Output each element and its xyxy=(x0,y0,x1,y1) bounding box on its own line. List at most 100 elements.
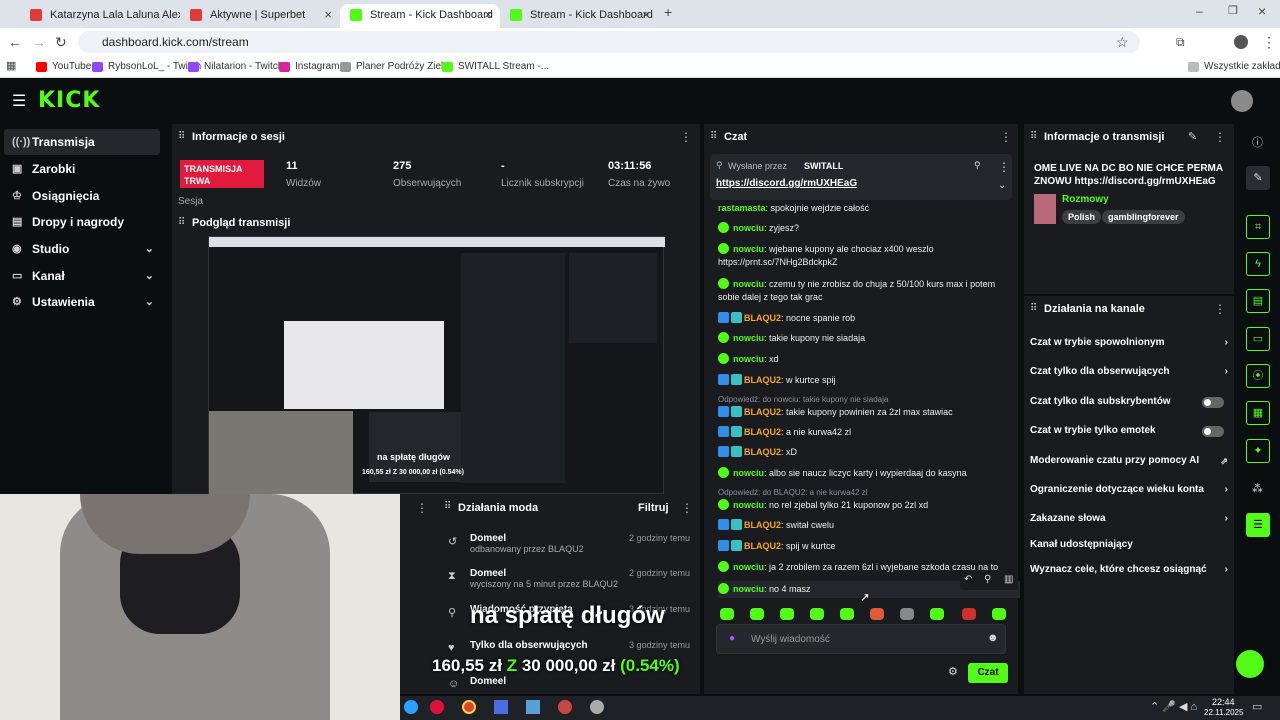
chat-username[interactable]: BLAQU2 xyxy=(744,447,781,457)
channel-action-banned-words[interactable]: Zakazane słowa › xyxy=(1030,512,1230,526)
chat-username[interactable]: nowciu xyxy=(733,244,764,254)
chat-username[interactable]: BLAQU2 xyxy=(744,375,781,385)
chat-username[interactable]: nowciu xyxy=(733,223,764,233)
more-options-icon[interactable]: ⋮ xyxy=(680,130,692,144)
sidebar-item-kanal[interactable]: ▭ Kanał ⌄ xyxy=(4,263,160,289)
emote-icon[interactable] xyxy=(750,608,764,620)
stream-preview-video[interactable]: na spłatę długów 160,55 zł Z 30 000,00 z… xyxy=(208,236,665,495)
chat-popout-button[interactable]: ▭ xyxy=(1246,327,1270,351)
reply-icon[interactable]: ↶ xyxy=(964,573,972,586)
obs-icon[interactable] xyxy=(558,700,572,714)
bookmark-twitch-2[interactable]: Nilatarion - Twitch xyxy=(188,59,283,75)
bookmark-youtube[interactable]: YouTube xyxy=(36,59,91,75)
chat-username[interactable]: BLAQU2 xyxy=(744,313,781,323)
tag-chip[interactable]: gamblingforever xyxy=(1102,210,1185,224)
system-tray-icons[interactable]: ⌃ 🎤 ◀ ⌂ xyxy=(1150,700,1197,713)
tools-button[interactable]: ✦ xyxy=(1246,439,1270,463)
tag-chip[interactable]: Polish xyxy=(1062,210,1102,224)
hamburger-menu-icon[interactable]: ☰ xyxy=(12,91,26,111)
chat-username[interactable]: nowciu xyxy=(733,584,764,594)
subs-only-toggle[interactable] xyxy=(1202,397,1224,408)
emote-only-toggle[interactable] xyxy=(1202,426,1224,437)
more-options-icon[interactable]: ⋮ xyxy=(1000,130,1012,144)
notifications-icon[interactable]: ▭ xyxy=(1252,700,1262,713)
emote-icon[interactable] xyxy=(992,608,1006,620)
send-chat-button[interactable]: Czat xyxy=(968,663,1008,683)
channel-action-slow-mode[interactable]: Czat w trybie spowolnionym › xyxy=(1030,336,1230,350)
chat-username[interactable]: nowciu xyxy=(733,562,764,572)
chat-input[interactable]: ● Wyślij wiadomość ☻ xyxy=(716,624,1006,654)
close-tab-icon[interactable]: × xyxy=(324,4,332,26)
chat-username[interactable]: nowciu xyxy=(733,279,764,289)
sidebar-item-studio[interactable]: ◉ Studio ⌄ xyxy=(4,236,160,262)
bookmark-planer[interactable]: Planer Podróży Ziel... xyxy=(340,59,452,75)
checklist-button[interactable]: ☰ xyxy=(1246,513,1270,537)
chat-username[interactable]: nowciu xyxy=(733,500,764,510)
emote-icon[interactable] xyxy=(870,608,884,620)
emote-icon[interactable] xyxy=(962,608,976,620)
taskbar-app-icon[interactable] xyxy=(404,700,418,714)
channel-action-ai-moderation[interactable]: Moderowanie czatu przy pomocy AI ⇗ xyxy=(1030,454,1230,468)
opera-icon[interactable] xyxy=(430,700,444,714)
chat-username[interactable]: nowciu xyxy=(733,354,764,364)
trash-icon[interactable]: ▥ xyxy=(1004,573,1013,586)
chat-username[interactable]: nowciu xyxy=(733,468,764,478)
pinned-message[interactable]: ⚲ Wysłane przez SWITALL https://discord.… xyxy=(710,154,1012,200)
pinned-user[interactable]: SWITALL xyxy=(804,161,843,171)
chat-username[interactable]: BLAQU2 xyxy=(744,407,781,417)
taskbar-app-icon[interactable] xyxy=(494,700,508,714)
more-options-icon[interactable]: ⋮ xyxy=(681,501,693,515)
sidebar-item-transmisja[interactable]: ((·)) Transmisja xyxy=(4,129,160,155)
category-thumbnail[interactable] xyxy=(1034,194,1056,224)
minimize-icon[interactable]: – xyxy=(1196,0,1203,25)
chat-username[interactable]: BLAQU2 xyxy=(744,427,781,437)
broadcast-button[interactable]: ⦿ xyxy=(1246,364,1270,388)
sidebar-item-ustawienia[interactable]: ⚙ Ustawienia ⌄ xyxy=(4,289,160,315)
chat-username[interactable]: BLAQU2 xyxy=(744,541,781,551)
extensions-icon[interactable]: ⧉ xyxy=(1176,28,1185,56)
more-options-icon[interactable]: ⋮ xyxy=(1214,302,1226,316)
emote-icon[interactable] xyxy=(810,608,824,620)
category-link[interactable]: Rozmowy xyxy=(1062,194,1109,205)
sidebar-item-zarobki[interactable]: ▣ Zarobki xyxy=(4,156,160,182)
bookmark-twitch-1[interactable]: RybsonLoL_ - Twitch xyxy=(92,59,201,75)
more-options-icon[interactable]: ⋮ xyxy=(998,160,1010,174)
taskbar-app-icon[interactable] xyxy=(526,700,540,714)
chat-username[interactable]: BLAQU2 xyxy=(744,520,781,530)
profile-avatar[interactable] xyxy=(1234,35,1248,49)
connections-icon[interactable]: ⁂ xyxy=(1252,482,1263,495)
info-icon[interactable]: ⓘ xyxy=(1252,134,1263,150)
mod-user[interactable]: Domeel xyxy=(470,676,694,687)
clip-button[interactable]: ⌗ xyxy=(1246,215,1270,239)
chat-username[interactable]: rastamasta xyxy=(718,203,766,213)
grip-icon[interactable]: ⠿ xyxy=(444,501,451,512)
close-tab-icon[interactable]: × xyxy=(484,4,492,26)
browser-tab[interactable]: Stream - Kick Dashboard × xyxy=(500,4,658,28)
emote-icon[interactable] xyxy=(780,608,794,620)
emote-icon[interactable] xyxy=(840,608,854,620)
edit-stream-button[interactable]: ✎ xyxy=(1246,166,1270,190)
layout-button[interactable]: ▦ xyxy=(1246,401,1270,425)
user-avatar[interactable] xyxy=(1231,90,1253,112)
emote-icon[interactable] xyxy=(930,608,944,620)
emote-icon[interactable] xyxy=(900,608,914,620)
emote-icon[interactable] xyxy=(720,608,734,620)
channel-action-followers-only[interactable]: Czat tylko dla obserwujących › xyxy=(1030,365,1230,379)
chat-settings-icon[interactable]: ⚙ xyxy=(948,665,958,678)
help-chat-button[interactable] xyxy=(1236,650,1264,678)
pin-icon[interactable]: ⚲ xyxy=(974,160,981,171)
browser-tab-active[interactable]: Stream - Kick Dashboard × xyxy=(340,4,500,28)
bookmark-switall[interactable]: SWITALL Stream -... xyxy=(442,59,549,75)
more-options-icon[interactable]: ⋮ xyxy=(1214,130,1226,144)
reload-icon[interactable]: ↻ xyxy=(55,28,67,56)
new-tab-icon[interactable]: + xyxy=(664,0,672,26)
forward-icon[interactable]: → xyxy=(32,28,46,56)
pin-icon[interactable]: ⚲ xyxy=(984,573,991,586)
channel-action-host-channel[interactable]: Kanał udostępniający xyxy=(1030,538,1230,552)
quick-action-button[interactable]: ϟ xyxy=(1246,252,1270,276)
apps-grid-icon[interactable]: ▦ xyxy=(6,52,16,80)
bookmark-star-icon[interactable]: ☆ xyxy=(1116,28,1129,56)
channel-action-account-age[interactable]: Ograniczenie dotyczące wieku konta › xyxy=(1030,483,1230,497)
pinned-link[interactable]: https://discord.gg/rmUXHEaG xyxy=(716,178,857,189)
emoji-icon[interactable]: ☻ xyxy=(987,632,999,644)
